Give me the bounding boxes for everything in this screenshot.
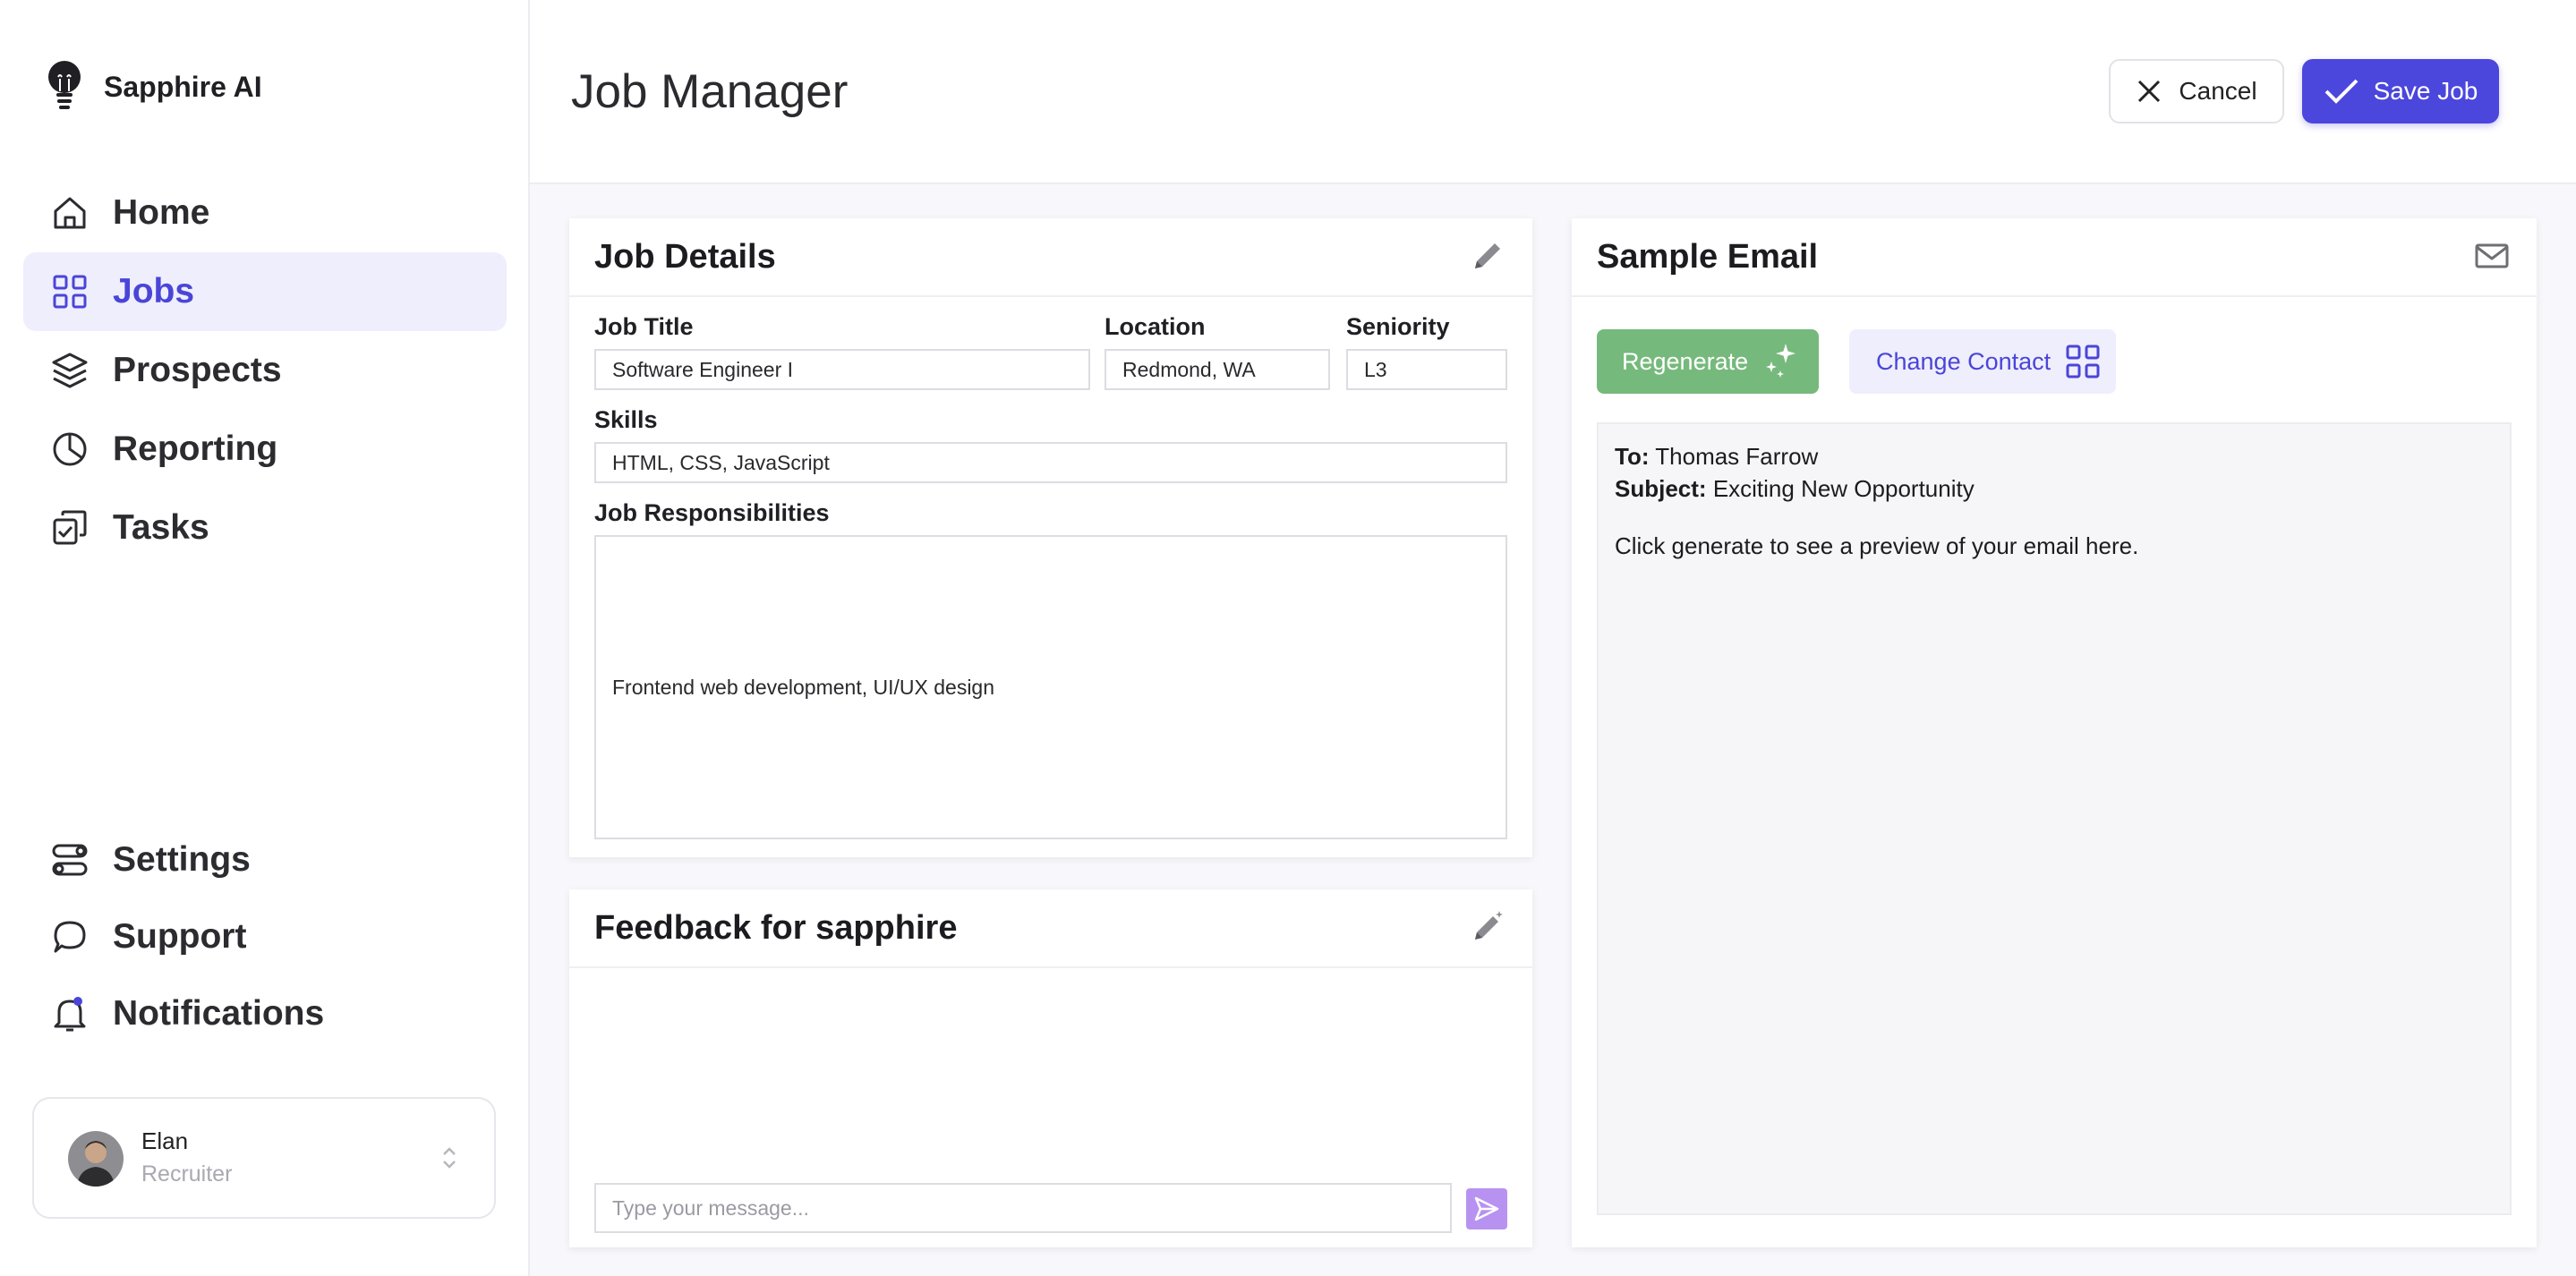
bell-icon (54, 997, 86, 1032)
nav-item-tasks[interactable]: Tasks (23, 489, 507, 567)
grid-icon (53, 275, 87, 309)
save-job-button[interactable]: Save Job (2302, 59, 2499, 123)
cancel-button[interactable]: Cancel (2109, 59, 2284, 123)
feedback-title: Feedback for sapphire (594, 909, 958, 947)
change-contact-button[interactable]: Change Contact (1849, 329, 2116, 394)
email-to-line: To: Thomas Farrow (1615, 440, 2494, 472)
skills-input[interactable]: HTML, CSS, JavaScript (594, 442, 1507, 483)
nav-label-home: Home (113, 193, 210, 232)
responsibilities-label: Job Responsibilities (594, 499, 830, 526)
user-switcher[interactable]: Elan Recruiter (32, 1097, 496, 1219)
nav-item-home[interactable]: Home (23, 174, 507, 252)
nav-item-reporting[interactable]: Reporting (23, 410, 507, 489)
nav-item-notifications[interactable]: Notifications (23, 975, 507, 1052)
email-subject-line: Subject: Exciting New Opportunity (1615, 472, 2494, 505)
nav-label-jobs: Jobs (113, 272, 195, 310)
feedback-header: Feedback for sapphire (569, 889, 1532, 968)
chat-icon (54, 921, 86, 953)
nav-label-support: Support (113, 917, 247, 956)
sample-email-card: Sample Email Regenerate Change Contact T… (1572, 218, 2537, 1247)
home-icon (54, 197, 86, 229)
secondary-nav: Settings Support Notifications (23, 821, 507, 1052)
chevron-up-down-icon (440, 1144, 458, 1177)
mail-icon[interactable] (2474, 238, 2510, 278)
page-title: Job Manager (571, 65, 849, 118)
sparkles-icon (1766, 344, 1796, 378)
send-icon (1474, 1196, 1499, 1221)
job-title-input[interactable]: Software Engineer I (594, 349, 1090, 390)
job-details-header: Job Details (569, 218, 1532, 297)
skills-label: Skills (594, 406, 658, 433)
nav-label-tasks: Tasks (113, 508, 209, 547)
nav-label-notifications: Notifications (113, 994, 325, 1033)
nav-label-prospects: Prospects (113, 351, 282, 389)
nav-label-reporting: Reporting (113, 430, 278, 468)
user-role: Recruiter (141, 1161, 233, 1187)
email-body: Click generate to see a preview of your … (1615, 532, 2139, 559)
cancel-label: Cancel (2179, 77, 2257, 105)
job-title-label: Job Title (594, 313, 694, 340)
seniority-input[interactable]: L3 (1346, 349, 1507, 390)
main-nav: Home Jobs Prospects Reporting Tasks (23, 174, 507, 567)
to-value: Thomas Farrow (1655, 443, 1819, 470)
top-bar: Job Manager Cancel Save Job (530, 0, 2576, 184)
save-label: Save Job (2373, 77, 2478, 105)
sidebar: Sapphire AI Home Jobs Prospects Reportin… (0, 0, 530, 1276)
nav-label-settings: Settings (113, 840, 251, 879)
regenerate-button[interactable]: Regenerate (1597, 329, 1819, 394)
nav-item-prospects[interactable]: Prospects (23, 331, 507, 410)
pie-chart-icon (53, 432, 87, 466)
regenerate-label: Regenerate (1622, 347, 1749, 375)
sample-email-title: Sample Email (1597, 238, 1819, 276)
brand-name: Sapphire AI (104, 71, 262, 103)
location-input[interactable]: Redmond, WA (1105, 349, 1330, 390)
sample-email-header: Sample Email (1572, 218, 2537, 297)
avatar (68, 1131, 124, 1187)
toggles-icon (52, 844, 88, 876)
subject-label: Subject: (1615, 475, 1707, 502)
brand[interactable]: Sapphire AI (45, 59, 262, 115)
lightbulb-logo-icon (45, 59, 84, 115)
job-details-title: Job Details (594, 238, 776, 276)
responsibilities-textarea[interactable]: Frontend web development, UI/UX design (594, 535, 1507, 839)
feedback-card: Feedback for sapphire Type your message.… (569, 889, 1532, 1247)
message-input[interactable]: Type your message... (594, 1183, 1452, 1233)
close-icon (2138, 80, 2161, 103)
pencil-sparkle-icon[interactable] (1470, 909, 1506, 949)
grid-icon (2066, 345, 2100, 379)
check-icon (2324, 79, 2358, 104)
change-contact-label: Change Contact (1876, 347, 2051, 375)
nav-item-settings[interactable]: Settings (23, 821, 507, 898)
to-label: To: (1615, 443, 1650, 470)
tasks-icon (53, 510, 87, 545)
subject-value: Exciting New Opportunity (1712, 475, 1975, 502)
email-preview: To: Thomas Farrow Subject: Exciting New … (1597, 422, 2512, 1215)
location-label: Location (1105, 313, 1206, 340)
user-name: Elan (141, 1127, 189, 1154)
job-details-card: Job Details Job Title Software Engineer … (569, 218, 1532, 857)
pencil-icon[interactable] (1470, 238, 1506, 278)
layers-icon (52, 353, 88, 388)
seniority-label: Seniority (1346, 313, 1450, 340)
send-button[interactable] (1466, 1188, 1507, 1229)
nav-item-support[interactable]: Support (23, 898, 507, 975)
nav-item-jobs[interactable]: Jobs (23, 252, 507, 331)
